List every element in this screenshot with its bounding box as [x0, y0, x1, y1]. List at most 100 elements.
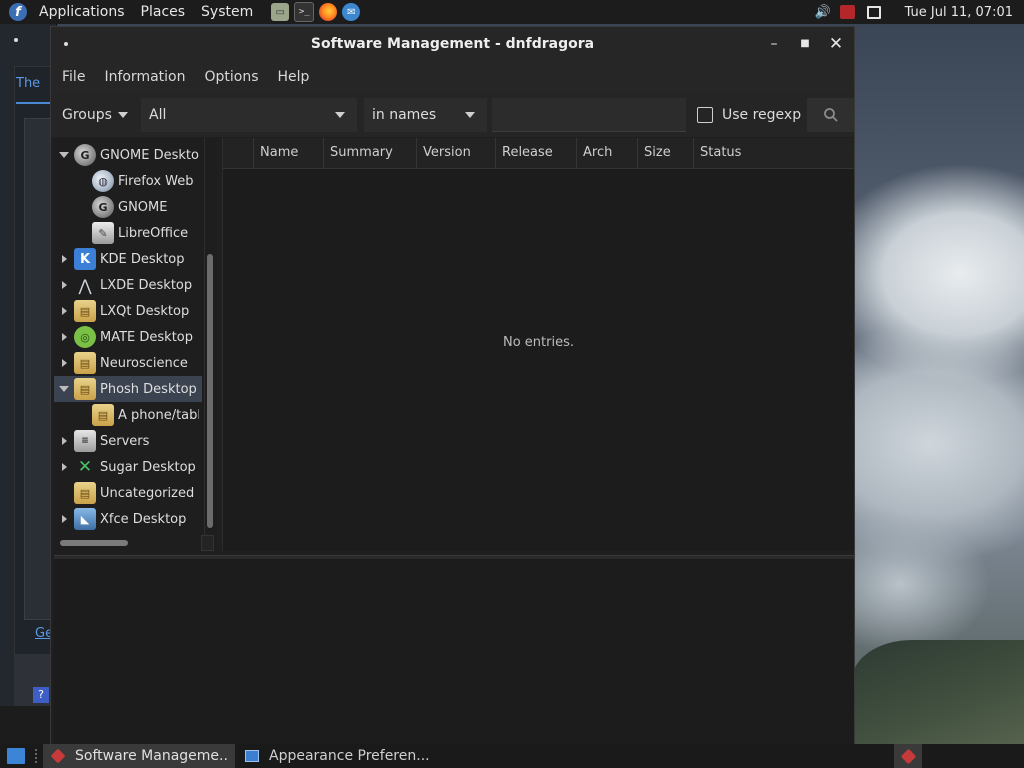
menu-help[interactable]: Help	[267, 69, 318, 85]
menu-places[interactable]: Places	[133, 0, 194, 24]
xfce-icon: ◣	[74, 508, 96, 530]
expander-collapsed-icon[interactable]	[54, 506, 74, 532]
column-header-name[interactable]: Name	[253, 138, 323, 168]
tree-horizontal-scrollbar[interactable]	[54, 535, 201, 549]
expander-collapsed-icon[interactable]	[54, 350, 74, 376]
tree-item[interactable]: ▤ LXQt Desktop	[54, 298, 199, 324]
package-icon: ▤	[74, 378, 96, 400]
column-header-select[interactable]	[223, 138, 253, 168]
expander-collapsed-icon[interactable]	[54, 246, 74, 272]
search-input[interactable]	[492, 98, 686, 132]
appearance-preferences-window[interactable]: The Ge ?	[0, 24, 57, 724]
tree-item[interactable]: ▤ Uncategorized	[54, 480, 199, 506]
package-details-pane	[54, 559, 854, 745]
search-button[interactable]	[807, 98, 854, 132]
tree-item[interactable]: ▤ Neuroscience	[54, 350, 199, 376]
menu-system[interactable]: System	[193, 0, 261, 24]
files-icon[interactable]: ▭	[271, 3, 290, 21]
column-header-version[interactable]: Version	[416, 138, 495, 168]
filter-dropdown[interactable]: All	[141, 98, 357, 132]
taskbar-handle[interactable]	[35, 749, 39, 763]
tree-item[interactable]: ✕ Sugar Desktop E	[54, 454, 199, 480]
package-list[interactable]: Name Summary Version Release Arch Size S…	[222, 138, 854, 551]
tree-item[interactable]: ▤ A phone/tabl	[54, 402, 199, 428]
menu-information[interactable]: Information	[93, 69, 193, 85]
network-icon[interactable]	[866, 5, 881, 19]
workspace-switcher[interactable]	[894, 744, 922, 768]
tree-item[interactable]: K KDE Desktop	[54, 246, 199, 272]
window-title: Software Management - dnfdragora	[310, 36, 595, 52]
task-label: Software Manageme...	[75, 748, 229, 764]
column-header-release[interactable]: Release	[495, 138, 576, 168]
expander-collapsed-icon[interactable]	[54, 454, 74, 480]
column-header-size[interactable]: Size	[637, 138, 693, 168]
tree-item[interactable]: ◣ Xfce Desktop	[54, 506, 199, 532]
task-appearance-preferences[interactable]: Appearance Preferen...	[237, 744, 437, 768]
column-header-arch[interactable]: Arch	[576, 138, 637, 168]
expander-collapsed-icon[interactable]	[54, 324, 74, 350]
menu-file[interactable]: File	[51, 69, 93, 85]
expander-collapsed-icon[interactable]	[54, 298, 74, 324]
column-header-status[interactable]: Status	[693, 138, 854, 168]
menu-options[interactable]: Options	[193, 69, 266, 85]
triangle-right-icon	[61, 515, 67, 523]
task-software-management[interactable]: Software Manageme...	[43, 744, 235, 768]
checkbox-box[interactable]	[697, 107, 713, 123]
package-icon: ▤	[74, 352, 96, 374]
kde-icon: K	[74, 248, 96, 270]
use-regexp-checkbox[interactable]: Use regexp	[697, 98, 801, 132]
window-menu-dot[interactable]	[14, 38, 18, 42]
scrollbar-thumb[interactable]	[60, 540, 128, 546]
chevron-down-icon	[465, 112, 475, 118]
menu-applications[interactable]: Applications	[31, 0, 133, 24]
groups-dropdown[interactable]: Groups	[54, 98, 134, 132]
updates-icon[interactable]	[839, 5, 855, 19]
tree-item[interactable]: ⋀ LXDE Desktop	[54, 272, 199, 298]
tree-item-label: LXQt Desktop	[100, 303, 190, 319]
thunderbird-icon[interactable]: ✉	[342, 3, 361, 21]
gnome-icon: G	[92, 196, 114, 218]
tree-item-label: GNOME Desktop	[100, 147, 199, 163]
expander-expanded-icon[interactable]	[54, 376, 74, 402]
sugar-icon: ✕	[77, 457, 93, 477]
expander-collapsed-icon[interactable]	[54, 272, 74, 298]
clock[interactable]: Tue Jul 11, 07:01	[905, 5, 1013, 20]
dnfdragora-window: Software Management - dnfdragora – ■ ✕ F…	[50, 26, 855, 745]
show-desktop-icon[interactable]	[7, 748, 25, 764]
groups-tree[interactable]: G GNOME Desktop ◍ Firefox Web G GNOME ✎ LibreOf…	[54, 138, 217, 551]
firefox-icon[interactable]	[319, 3, 338, 21]
search-scope-dropdown[interactable]: in names	[364, 98, 487, 132]
scrollbar-thumb[interactable]	[207, 254, 213, 528]
tree-item-label: Phosh Desktop	[100, 381, 197, 397]
minimize-icon[interactable]: –	[763, 33, 785, 55]
volume-icon[interactable]: 🔊	[814, 4, 832, 20]
tree-item-label: Xfce Desktop	[100, 511, 187, 527]
tree-item[interactable]: G GNOME Desktop	[54, 142, 199, 168]
terminal-icon[interactable]: >_	[294, 2, 315, 22]
title-bar[interactable]: Software Management - dnfdragora – ■ ✕	[51, 27, 854, 61]
appearance-window-gap	[0, 706, 50, 744]
tree-item[interactable]: ≡ Servers	[54, 428, 199, 454]
tree-item[interactable]: ▤ Phosh Desktop	[54, 376, 202, 402]
mate-icon: ◎	[74, 326, 96, 348]
column-header-summary[interactable]: Summary	[323, 138, 416, 168]
tree-item[interactable]: ✎ LibreOffice	[54, 220, 199, 246]
close-icon[interactable]: ✕	[825, 33, 847, 55]
tree-item-label: Uncategorized	[100, 485, 195, 501]
chevron-down-icon	[335, 112, 345, 118]
tree-vertical-scrollbar[interactable]	[204, 138, 216, 551]
appearance-tab[interactable]: The	[16, 76, 52, 104]
help-icon[interactable]: ?	[33, 687, 49, 703]
expander-collapsed-icon[interactable]	[54, 428, 74, 454]
fedora-logo-icon[interactable]: f	[9, 3, 27, 21]
tree-item[interactable]: G GNOME	[54, 194, 199, 220]
triangle-right-icon	[61, 281, 67, 289]
maximize-icon[interactable]: ■	[794, 33, 816, 55]
tree-item[interactable]: ◎ MATE Desktop	[54, 324, 199, 350]
tree-item[interactable]: ◍ Firefox Web	[54, 168, 199, 194]
expander-expanded-icon[interactable]	[54, 142, 74, 168]
